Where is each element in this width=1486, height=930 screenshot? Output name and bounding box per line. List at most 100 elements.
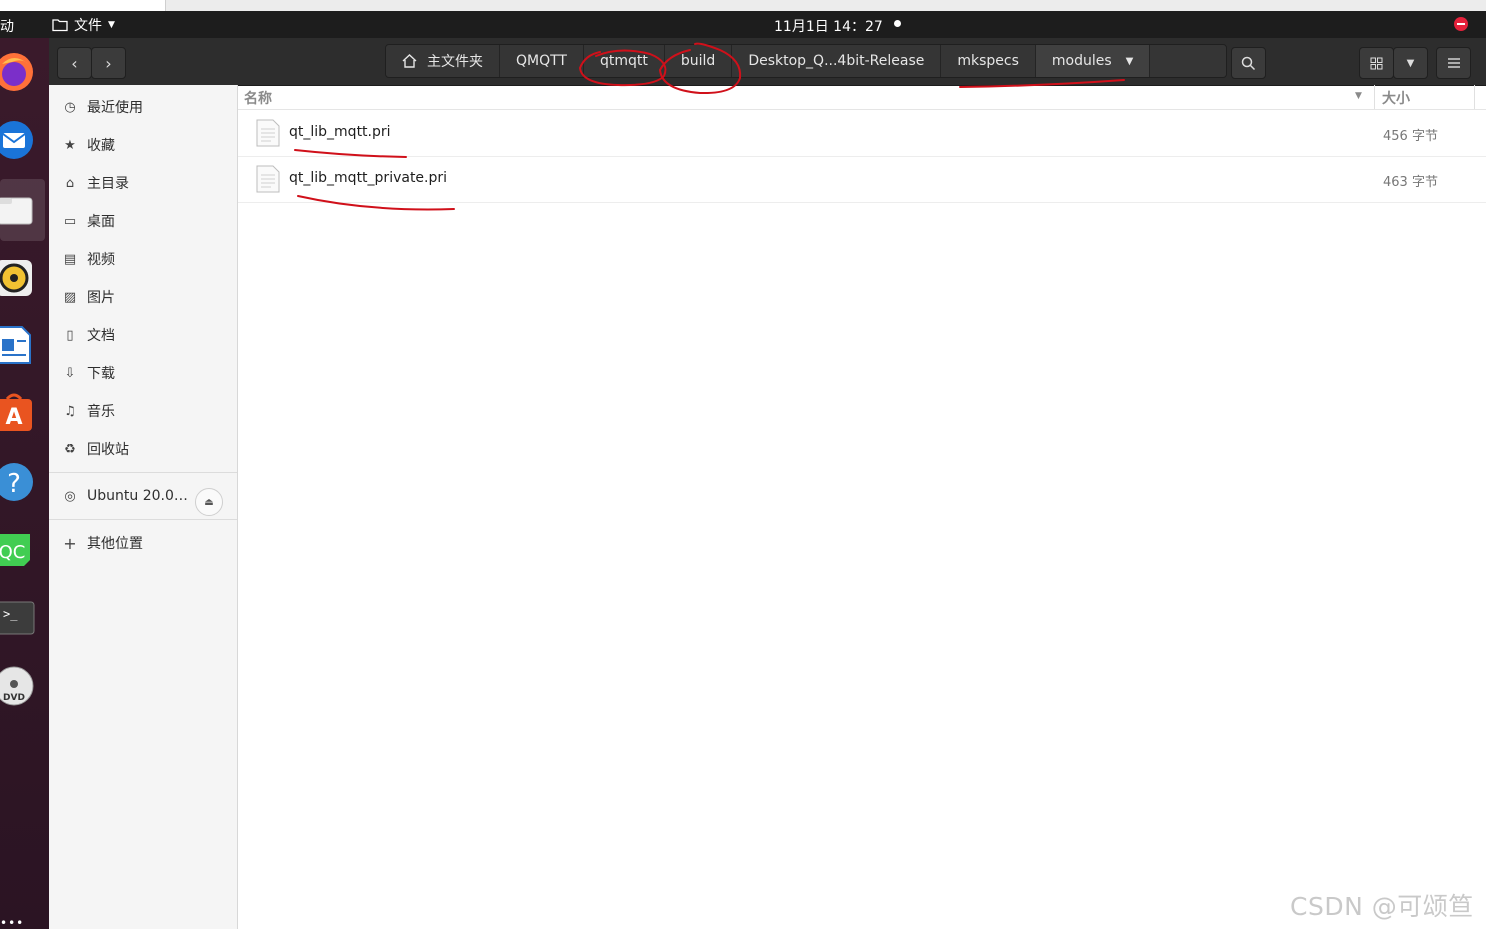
clock-icon: ◷	[64, 99, 76, 115]
file-size: 456 字节	[1383, 129, 1438, 144]
document-icon: ▯	[66, 327, 74, 343]
search-icon	[1241, 56, 1256, 70]
sidebar-item-device[interactable]: ◎ Ubuntu 20.0… ⏏	[49, 477, 237, 516]
column-divider	[1374, 85, 1375, 109]
header-bar: ‹ › 主文件夹 QMQTT qtmqtt build Desktop_Q...…	[49, 38, 1486, 86]
help-icon[interactable]: ?	[0, 460, 36, 504]
plus-icon: +	[63, 533, 77, 553]
dvd-label: DVD	[3, 693, 25, 703]
firefox-icon[interactable]	[0, 50, 36, 94]
column-divider	[1474, 85, 1475, 109]
path-item-qmqtt[interactable]: QMQTT	[500, 45, 584, 77]
top-bar: 活动 文件 ▼ 11月1日 14：27	[0, 11, 1486, 38]
sidebar-separator	[49, 519, 237, 520]
sidebar-item-label: 图片	[87, 290, 115, 306]
sidebar-item-desktop[interactable]: ▭ 桌面	[49, 203, 237, 239]
desktop-icon: ▭	[63, 213, 77, 229]
places-sidebar: ◷ 最近使用 ★ 收藏 ⌂ 主目录 ▭ 桌面 ▤ 视频 ▨ 图片 ▯ 文档 ⇩ 下载 ♫ 音乐 ♻…	[49, 85, 238, 929]
rhythmbox-icon[interactable]	[0, 256, 36, 300]
clock[interactable]: 11月1日 14：27	[774, 16, 883, 36]
path-item-desktop[interactable]: Desktop_Q...4bit-Release	[732, 45, 942, 77]
thunderbird-icon[interactable]	[0, 118, 36, 162]
eject-icon: ⏏	[204, 496, 214, 508]
dvd-icon[interactable]: DVD	[0, 664, 36, 708]
chevron-right-icon: ›	[105, 53, 112, 73]
file-name: qt_lib_mqtt.pri	[289, 124, 391, 140]
download-icon: ⇩	[64, 365, 76, 381]
path-item-modules[interactable]: modules ▼	[1035, 45, 1151, 77]
sidebar-item-videos[interactable]: ▤ 视频	[49, 241, 237, 277]
chevron-down-icon: ▼	[1406, 57, 1415, 69]
disc-icon: ◎	[64, 488, 76, 504]
qtcreator-icon[interactable]: QC	[0, 528, 36, 572]
sidebar-item-documents[interactable]: ▯ 文档	[49, 317, 237, 353]
path-item-label: Desktop_Q...4bit-Release	[748, 53, 925, 69]
sidebar-item-starred[interactable]: ★ 收藏	[49, 127, 237, 163]
list-column-header: 名称 ▼ 大小	[238, 85, 1486, 110]
forward-button[interactable]: ›	[91, 47, 126, 79]
star-icon: ★	[64, 137, 76, 153]
column-size[interactable]: 大小	[1382, 88, 1410, 108]
sidebar-item-label: 音乐	[87, 404, 115, 420]
music-icon: ♫	[64, 403, 76, 419]
sidebar-item-recent[interactable]: ◷ 最近使用	[49, 89, 237, 125]
path-item-label: build	[680, 53, 716, 69]
grid-view-icon	[1370, 57, 1383, 69]
sidebar-item-label: 最近使用	[87, 100, 143, 116]
path-item-mkspecs[interactable]: mkspecs	[941, 45, 1036, 77]
back-button[interactable]: ‹	[57, 47, 92, 79]
files-icon[interactable]	[0, 188, 36, 232]
terminal-icon[interactable]: >_	[0, 596, 36, 640]
home-icon: ⌂	[65, 175, 75, 191]
sort-down-icon[interactable]: ▼	[1355, 91, 1362, 101]
file-row[interactable]: qt_lib_mqtt_private.pri 463 字节	[238, 156, 1486, 203]
sidebar-item-trash[interactable]: ♻ 回收站	[49, 431, 237, 467]
sidebar-item-downloads[interactable]: ⇩ 下载	[49, 355, 237, 391]
svg-text:?: ?	[7, 469, 21, 499]
top-strip-tab	[0, 0, 166, 11]
sidebar-item-pictures[interactable]: ▨ 图片	[49, 279, 237, 315]
sidebar-item-label: 视频	[87, 252, 115, 268]
sidebar-item-label: 桌面	[87, 214, 115, 230]
menu-button[interactable]	[1436, 47, 1471, 79]
window-close-icon[interactable]	[1454, 17, 1468, 31]
column-name[interactable]: 名称	[244, 88, 272, 108]
picture-icon: ▨	[63, 289, 77, 305]
path-item-build[interactable]: build	[664, 45, 733, 77]
sidebar-item-label: 其他位置	[87, 536, 143, 552]
activities-button[interactable]: 活动	[0, 16, 14, 36]
path-item-home[interactable]: 主文件夹	[386, 45, 500, 77]
app-menu[interactable]: 文件 ▼	[52, 15, 115, 35]
notification-dot	[894, 20, 901, 27]
sidebar-item-music[interactable]: ♫ 音乐	[49, 393, 237, 429]
file-name: qt_lib_mqtt_private.pri	[289, 170, 448, 186]
app-menu-label: 文件	[74, 18, 102, 34]
path-item-label: QMQTT	[516, 53, 567, 69]
qtcreator-label: QC	[0, 542, 25, 563]
text-file-icon	[256, 165, 280, 193]
sidebar-item-home[interactable]: ⌂ 主目录	[49, 165, 237, 201]
path-item-label: 主文件夹	[427, 54, 483, 70]
dock: A ? QC >_ DVD •••	[0, 38, 49, 930]
sidebar-item-other-locations[interactable]: + 其他位置	[49, 525, 237, 561]
path-bar: 主文件夹 QMQTT qtmqtt build Desktop_Q...4bit…	[385, 44, 1228, 78]
trash-icon: ♻	[64, 441, 76, 457]
svg-text:A: A	[5, 405, 22, 430]
view-grid-button[interactable]	[1359, 47, 1394, 79]
chevron-left-icon: ‹	[71, 53, 78, 73]
show-applications-button[interactable]: •••	[0, 916, 24, 930]
file-row[interactable]: qt_lib_mqtt.pri 456 字节	[238, 110, 1486, 157]
path-item-qtmqtt[interactable]: qtmqtt	[583, 45, 665, 77]
sidebar-item-label: Ubuntu 20.0…	[87, 488, 188, 504]
ubuntu-software-icon[interactable]: A	[0, 391, 36, 435]
path-item-label: mkspecs	[957, 53, 1019, 69]
home-icon	[402, 54, 417, 68]
path-bar-filler	[1150, 45, 1227, 77]
sidebar-item-label: 文档	[87, 328, 115, 344]
folder-icon	[52, 19, 68, 32]
libreoffice-writer-icon[interactable]	[0, 323, 36, 367]
view-options-button[interactable]: ▼	[1393, 47, 1428, 79]
file-size: 463 字节	[1383, 175, 1438, 190]
search-button[interactable]	[1231, 47, 1266, 79]
eject-button[interactable]: ⏏	[195, 488, 223, 516]
